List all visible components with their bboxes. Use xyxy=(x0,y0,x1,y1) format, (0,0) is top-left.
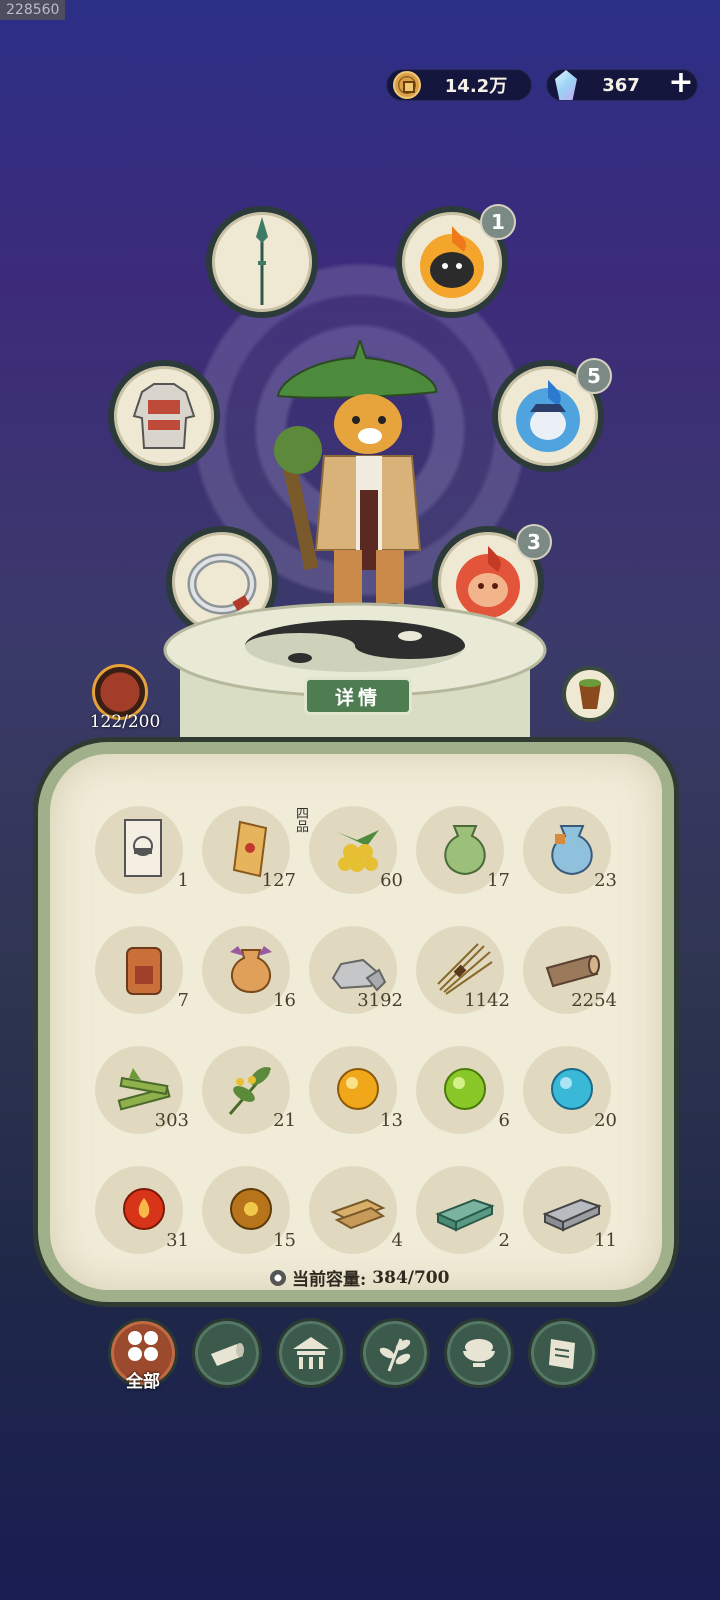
item-count: 6 xyxy=(498,1110,510,1131)
scroll-icon xyxy=(549,1339,575,1369)
hero-count: 122/200 xyxy=(89,712,161,732)
item-count: 3192 xyxy=(357,990,403,1011)
item-count: 7 xyxy=(177,990,189,1011)
rice-bowl-icon xyxy=(463,1339,495,1367)
cup-icon xyxy=(579,679,601,709)
item-count: 20 xyxy=(594,1110,617,1131)
item-count: 60 xyxy=(380,870,403,891)
green-orb-icon xyxy=(443,1068,486,1110)
black-beast-icon xyxy=(420,226,484,298)
inventory-item[interactable]: 23 xyxy=(518,802,625,922)
inventory-item[interactable]: 2254 xyxy=(518,922,625,1042)
inventory-item[interactable]: 303 xyxy=(90,1042,197,1162)
inventory-item[interactable]: 20 xyxy=(518,1042,625,1162)
mount-slot-2[interactable]: 5 xyxy=(492,358,612,472)
grid-all-icon xyxy=(128,1331,158,1361)
log-icon xyxy=(211,1343,244,1366)
inventory-grid: 1 127 四品 60 17 23 7 16 3192 1142 2254 30… xyxy=(90,802,630,1282)
tab-wood[interactable] xyxy=(192,1318,262,1388)
slot-badge: 5 xyxy=(576,358,612,394)
inventory-item[interactable]: 127 xyxy=(197,802,304,922)
capacity-value: 384/700 xyxy=(372,1267,450,1288)
slot-badge: 3 xyxy=(516,524,552,560)
tea-cup-button[interactable] xyxy=(562,666,618,722)
rice-recipe-card-icon xyxy=(123,819,162,877)
item-count: 1 xyxy=(177,870,189,891)
inventory-item[interactable]: 15 xyxy=(197,1162,304,1282)
item-count: 17 xyxy=(487,870,510,891)
item-count: 31 xyxy=(166,1230,189,1251)
item-count: 2254 xyxy=(571,990,617,1011)
capacity-icon xyxy=(270,1269,286,1286)
weapon-slot[interactable] xyxy=(206,206,318,318)
id-overlay: 228560 xyxy=(0,0,66,20)
inventory-item[interactable]: 11 xyxy=(518,1162,625,1282)
tab-food[interactable] xyxy=(444,1318,514,1388)
item-grade: 四品 xyxy=(296,807,310,835)
item-count: 11 xyxy=(594,1230,617,1251)
coin-amount: 14.2万 xyxy=(444,76,508,97)
inventory-item[interactable]: 16 xyxy=(197,922,304,1042)
item-count: 15 xyxy=(273,1230,296,1251)
item-count: 2 xyxy=(498,1230,510,1251)
inventory-item[interactable]: 4 xyxy=(304,1162,411,1282)
coin-display[interactable]: 14.2万 xyxy=(386,69,532,101)
capacity-label: 当前容量: xyxy=(292,1270,367,1290)
details-button[interactable]: 详情 xyxy=(304,677,412,715)
item-count: 4 xyxy=(391,1230,403,1251)
inventory-item[interactable]: 1142 xyxy=(411,922,518,1042)
item-count: 16 xyxy=(273,990,296,1011)
inventory-item[interactable]: 21 xyxy=(197,1042,304,1162)
tab-all[interactable]: 全部 xyxy=(108,1318,178,1392)
inventory-item[interactable]: 6 xyxy=(411,1042,518,1162)
tab-building[interactable] xyxy=(276,1318,346,1388)
inventory-item[interactable]: 13 xyxy=(304,1042,411,1162)
coin-icon xyxy=(393,71,421,99)
item-count: 21 xyxy=(273,1110,296,1131)
character-figure xyxy=(274,340,438,625)
inventory-item[interactable]: 17 xyxy=(411,802,518,922)
item-count: 13 xyxy=(380,1110,403,1131)
tab-all-label: 全部 xyxy=(126,1372,160,1392)
capacity-display: 当前容量: 384/700 xyxy=(270,1265,449,1290)
tab-herb[interactable] xyxy=(360,1318,430,1388)
item-count: 23 xyxy=(594,870,617,891)
inventory-item[interactable]: 3192 xyxy=(304,922,411,1042)
gem-icon xyxy=(555,70,577,100)
item-count: 127 xyxy=(261,870,296,891)
token-plaque-icon xyxy=(125,947,162,995)
armor-slot[interactable] xyxy=(108,360,220,472)
blue-spirit-icon xyxy=(516,380,580,452)
armor-icon xyxy=(132,383,196,449)
inventory-item[interactable]: 1 xyxy=(90,802,197,922)
item-count: 303 xyxy=(154,1110,189,1131)
tab-scroll[interactable] xyxy=(528,1318,598,1388)
house-icon xyxy=(293,1337,329,1369)
add-gems-button[interactable]: + xyxy=(665,68,697,101)
category-tabs: 全部 xyxy=(108,1318,598,1392)
mount-slot-1[interactable]: 1 xyxy=(396,204,516,318)
jade-ingot-icon xyxy=(434,1198,495,1232)
gem-display[interactable]: 367 + xyxy=(546,68,698,101)
pedestal xyxy=(163,602,547,750)
inventory-item[interactable]: 31 xyxy=(90,1162,197,1282)
inventory-item[interactable]: 7 xyxy=(90,922,197,1042)
item-count: 1142 xyxy=(464,990,510,1011)
gem-amount: 367 xyxy=(602,74,640,96)
leaf-sprout-icon xyxy=(379,1338,411,1372)
inventory-item[interactable]: 四品 60 xyxy=(296,802,411,922)
wood-planks-icon xyxy=(329,1198,386,1230)
inventory-item[interactable]: 2 xyxy=(411,1162,518,1282)
slot-badge: 1 xyxy=(480,204,516,240)
spear-icon xyxy=(256,217,268,305)
